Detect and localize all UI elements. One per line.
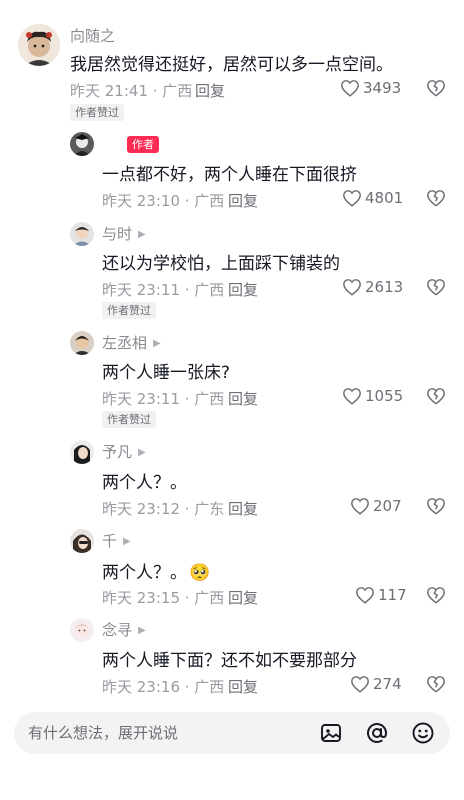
comment-text: 两个人？。: [102, 473, 187, 493]
author-liked-badge: 作者赞过: [70, 104, 124, 121]
comment-timestamp: 昨天 21:41 · 广西: [70, 82, 193, 100]
reply-button[interactable]: 回复: [228, 388, 258, 409]
comment-text: 两个人睡一张床?: [102, 363, 231, 383]
username-text: 千: [102, 532, 118, 550]
caret-right-icon: ▶: [123, 536, 131, 547]
like-count: 117: [378, 586, 407, 604]
dislike-button[interactable]: [426, 278, 446, 300]
comment-text: 两个人？。 🥺: [102, 558, 210, 583]
caret-right-icon: ▶: [138, 625, 146, 636]
broken-heart-icon: [427, 388, 445, 405]
like-button[interactable]: 3493: [340, 79, 401, 97]
comment-input-bar: [0, 700, 464, 800]
image-icon[interactable]: [318, 720, 344, 746]
username[interactable]: 予凡 ▶: [102, 441, 146, 462]
username[interactable]: 左丞相 ▶: [102, 332, 161, 353]
username-text: 念寻: [102, 621, 133, 639]
comment-text-body: 两个人？。: [102, 563, 187, 583]
like-count: 1055: [365, 387, 404, 405]
pleading-face-emoji: 🥺: [189, 563, 211, 583]
heart-outline-icon: [343, 190, 361, 207]
like-button[interactable]: 4801: [342, 189, 403, 207]
username[interactable]: 与时 ▶: [102, 223, 146, 244]
at-mention-icon[interactable]: [364, 720, 390, 746]
avatar[interactable]: [70, 132, 94, 156]
avatar[interactable]: [70, 440, 94, 464]
heart-outline-icon: [343, 388, 361, 405]
broken-heart-icon: [427, 676, 445, 693]
broken-heart-icon: [427, 190, 445, 207]
reply-button[interactable]: 回复: [195, 80, 225, 101]
dislike-button[interactable]: [426, 497, 446, 519]
heart-outline-icon: [351, 676, 369, 693]
heart-outline-icon: [341, 80, 359, 97]
dislike-button[interactable]: [426, 79, 446, 101]
username[interactable]: 向随之: [70, 25, 115, 46]
dislike-button[interactable]: [426, 387, 446, 409]
avatar[interactable]: [18, 24, 60, 66]
reply-button[interactable]: 回复: [228, 279, 258, 300]
reply-button[interactable]: 回复: [228, 190, 258, 211]
like-button[interactable]: 117: [355, 586, 407, 604]
avatar[interactable]: [70, 222, 94, 246]
reply-button[interactable]: 回复: [228, 587, 258, 608]
like-button[interactable]: 1055: [342, 387, 403, 405]
username[interactable]: 念寻 ▶: [102, 619, 146, 640]
like-count: 207: [373, 497, 402, 515]
comment-timestamp: 昨天 23:10 · 广西: [102, 192, 225, 210]
like-count: 274: [373, 675, 402, 693]
comment-text: 还以为学校怕，上面踩下铺装的: [102, 254, 340, 274]
username-text: 与时: [102, 225, 133, 243]
emoji-icon[interactable]: [410, 720, 436, 746]
dislike-button[interactable]: [426, 675, 446, 697]
comment-text: 两个人睡下面？还不如不要那部分: [102, 651, 357, 671]
author-tag: 作者: [127, 136, 159, 153]
like-button[interactable]: 207: [350, 497, 402, 515]
broken-heart-icon: [427, 498, 445, 515]
comment-input[interactable]: [28, 712, 298, 754]
like-button[interactable]: 2613: [342, 278, 403, 296]
like-count: 3493: [363, 79, 402, 97]
caret-right-icon: ▶: [153, 338, 161, 349]
avatar[interactable]: [70, 618, 94, 642]
reply-button[interactable]: 回复: [228, 498, 258, 519]
comment-timestamp: 昨天 23:15 · 广西: [102, 589, 225, 607]
like-button[interactable]: 274: [350, 675, 402, 693]
avatar[interactable]: [70, 529, 94, 553]
comment-text: 一点都不好，两个人睡在下面很挤: [102, 165, 357, 185]
comment-text: 我居然觉得还挺好，居然可以多一点空间。: [70, 55, 393, 75]
dislike-button[interactable]: [426, 189, 446, 211]
comment-input-container[interactable]: [14, 712, 450, 754]
broken-heart-icon: [427, 279, 445, 296]
like-count: 2613: [365, 278, 404, 296]
heart-outline-icon: [351, 498, 369, 515]
broken-heart-icon: [427, 587, 445, 604]
username-text: 予凡: [102, 443, 133, 461]
username-text: 左丞相: [102, 334, 148, 352]
comment-timestamp: 昨天 23:12 · 广东: [102, 500, 225, 518]
broken-heart-icon: [427, 80, 445, 97]
reply-button[interactable]: 回复: [228, 676, 258, 697]
caret-right-icon: ▶: [138, 229, 146, 240]
caret-right-icon: ▶: [138, 447, 146, 458]
like-count: 4801: [365, 189, 404, 207]
author-liked-badge: 作者赞过: [102, 302, 156, 319]
heart-outline-icon: [356, 587, 374, 604]
comment-timestamp: 昨天 23:16 · 广西: [102, 678, 225, 696]
dislike-button[interactable]: [426, 586, 446, 608]
author-liked-badge: 作者赞过: [102, 411, 156, 428]
comment-timestamp: 昨天 23:11 · 广西: [102, 281, 225, 299]
username[interactable]: 千 ▶: [102, 530, 131, 551]
comment-timestamp: 昨天 23:11 · 广西: [102, 390, 225, 408]
avatar[interactable]: [70, 331, 94, 355]
heart-outline-icon: [343, 279, 361, 296]
